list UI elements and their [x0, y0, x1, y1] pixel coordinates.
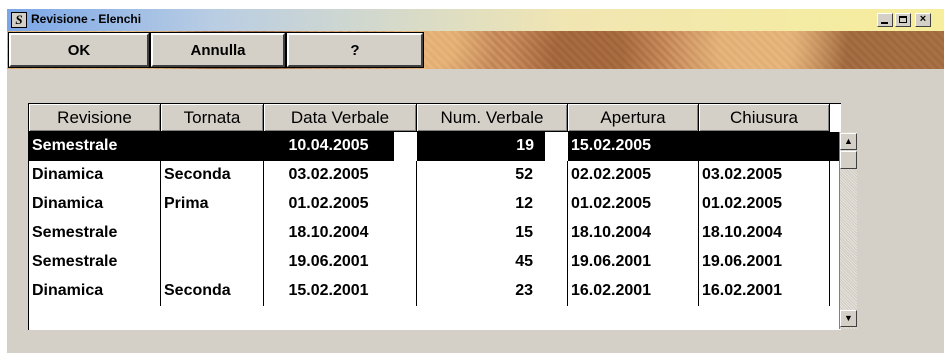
- cell-revisione[interactable]: Dinamica: [29, 190, 161, 219]
- cell-tornata[interactable]: Seconda: [161, 161, 264, 190]
- table-row[interactable]: Semestrale 18.10.2004 15 18.10.2004 18.1…: [29, 219, 839, 248]
- cell-num-verbale[interactable]: 15: [417, 219, 568, 248]
- annulla-button[interactable]: Annulla: [150, 32, 286, 68]
- title-bar[interactable]: S Revisione - Elenchi ×: [7, 9, 944, 31]
- column-header-data-verbale[interactable]: Data Verbale: [264, 104, 417, 132]
- cell-num-verbale[interactable]: 45: [417, 248, 568, 277]
- help-button[interactable]: ?: [286, 32, 424, 68]
- cell-num-verbale[interactable]: 12: [417, 190, 568, 219]
- cell-apertura[interactable]: 15.02.2005: [568, 132, 699, 161]
- column-header-apertura[interactable]: Apertura: [568, 104, 699, 132]
- table-row[interactable]: Semestrale 19.06.2001 45 19.06.2001 19.0…: [29, 248, 839, 277]
- cell-chiusura[interactable]: 01.02.2005: [699, 190, 830, 219]
- cell-num-verbale[interactable]: 52: [417, 161, 568, 190]
- cell-chiusura[interactable]: 18.10.2004: [699, 219, 830, 248]
- table-row[interactable]: Dinamica Seconda 15.02.2001 23 16.02.200…: [29, 277, 839, 306]
- ok-button[interactable]: OK: [8, 32, 150, 68]
- scroll-up-arrow-icon[interactable]: ▲: [840, 133, 857, 150]
- cell-chiusura[interactable]: 19.06.2001: [699, 248, 830, 277]
- cell-apertura[interactable]: 16.02.2001: [568, 277, 699, 306]
- cell-revisione[interactable]: Dinamica: [29, 277, 161, 306]
- cell-revisione[interactable]: Dinamica: [29, 161, 161, 190]
- cell-data-verbale[interactable]: 03.02.2005: [264, 161, 417, 190]
- cell-apertura[interactable]: 18.10.2004: [568, 219, 699, 248]
- cell-apertura[interactable]: 19.06.2001: [568, 248, 699, 277]
- cell-num-verbale[interactable]: 19: [417, 132, 545, 161]
- scroll-thumb[interactable]: [840, 151, 857, 169]
- cell-apertura[interactable]: 01.02.2005: [568, 190, 699, 219]
- cell-tornata[interactable]: Seconda: [161, 277, 264, 306]
- column-header-chiusura[interactable]: Chiusura: [699, 104, 830, 132]
- vertical-scrollbar[interactable]: ▲ ▼: [839, 132, 857, 329]
- selection-gap: [394, 132, 417, 161]
- cell-revisione[interactable]: Semestrale: [29, 132, 161, 161]
- cell-data-verbale[interactable]: 18.10.2004: [264, 219, 417, 248]
- cell-tornata[interactable]: Prima: [161, 190, 264, 219]
- minimize-button[interactable]: [877, 13, 893, 27]
- cell-tornata[interactable]: [161, 219, 264, 248]
- cell-data-verbale[interactable]: 19.06.2001: [264, 248, 417, 277]
- cell-chiusura[interactable]: 03.02.2005: [699, 161, 830, 190]
- cell-chiusura[interactable]: [699, 132, 839, 161]
- selection-gap: [545, 132, 568, 161]
- maximize-icon: [899, 16, 907, 23]
- cell-num-verbale[interactable]: 23: [417, 277, 568, 306]
- cell-revisione[interactable]: Semestrale: [29, 248, 161, 277]
- cell-data-verbale[interactable]: 10.04.2005: [264, 132, 394, 161]
- cell-apertura[interactable]: 02.02.2005: [568, 161, 699, 190]
- minimize-icon: [881, 22, 888, 24]
- table-row[interactable]: Dinamica Seconda 03.02.2005 52 02.02.200…: [29, 161, 839, 190]
- cell-tornata[interactable]: [161, 132, 264, 161]
- window-title: Revisione - Elenchi: [31, 12, 142, 26]
- app-logo-icon: S: [11, 12, 27, 28]
- close-button[interactable]: ×: [915, 13, 931, 27]
- cell-data-verbale[interactable]: 15.02.2001: [264, 277, 417, 306]
- revisione-grid[interactable]: Revisione Tornata Data Verbale Num. Verb…: [28, 103, 857, 330]
- cell-data-verbale[interactable]: 01.02.2005: [264, 190, 417, 219]
- cell-chiusura[interactable]: 16.02.2001: [699, 277, 830, 306]
- maximize-button[interactable]: [895, 13, 911, 27]
- table-row[interactable]: Dinamica Prima 01.02.2005 12 01.02.2005 …: [29, 190, 839, 219]
- cell-revisione[interactable]: Semestrale: [29, 219, 161, 248]
- scroll-down-arrow-icon[interactable]: ▼: [840, 310, 857, 327]
- column-header-tornata[interactable]: Tornata: [161, 104, 264, 132]
- column-header-num-verbale[interactable]: Num. Verbale: [417, 104, 568, 132]
- table-row-selected[interactable]: Semestrale 10.04.2005 19 15.02.2005: [29, 132, 839, 161]
- column-header-revisione[interactable]: Revisione: [29, 104, 161, 132]
- cell-tornata[interactable]: [161, 248, 264, 277]
